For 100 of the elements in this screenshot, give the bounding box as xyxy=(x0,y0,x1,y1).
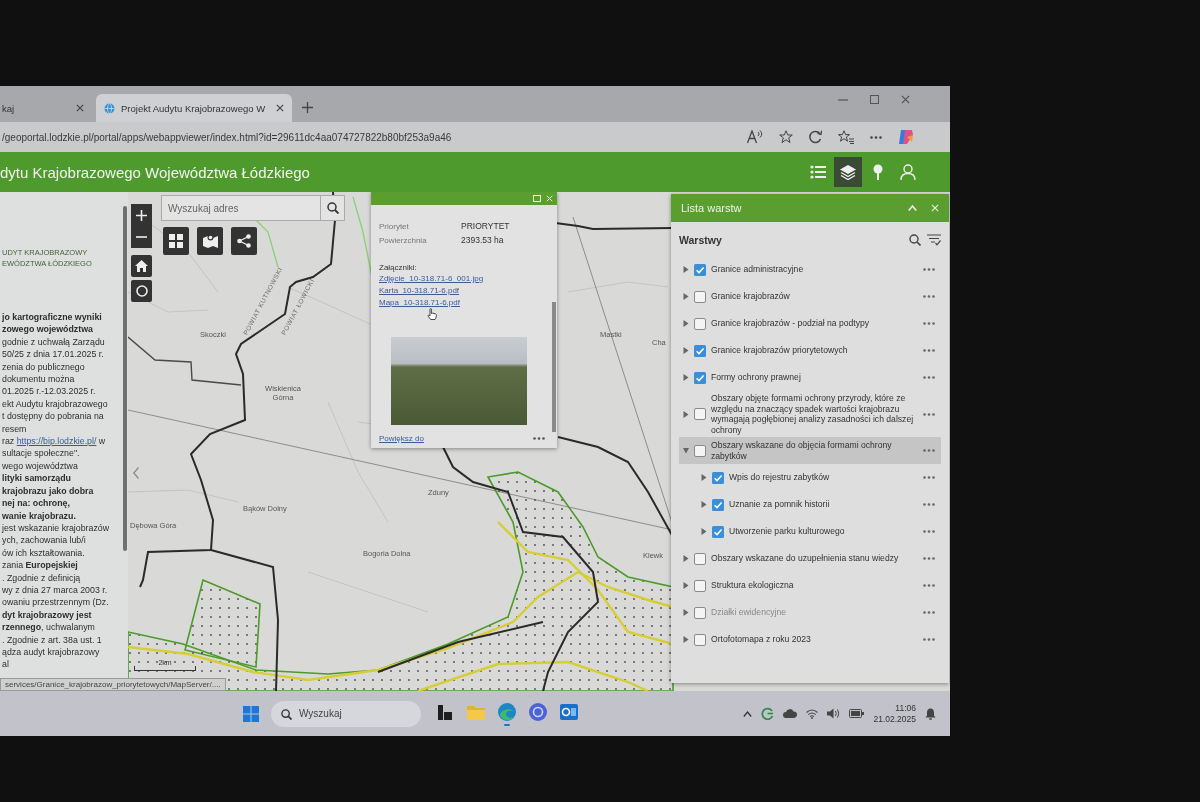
more-icon[interactable] xyxy=(923,638,935,641)
caret-icon[interactable] xyxy=(683,636,689,643)
attachment-link[interactable]: Karta_10-318.71-6.pdf xyxy=(379,286,460,295)
favorites-icon[interactable] xyxy=(838,130,854,144)
layer-row[interactable]: Granice krajobrazów xyxy=(679,283,941,310)
scrollbar-thumb[interactable] xyxy=(123,206,127,551)
more-icon[interactable] xyxy=(923,449,935,452)
zoom-out-button[interactable] xyxy=(131,226,152,248)
read-aloud-icon[interactable] xyxy=(747,130,763,144)
caret-icon[interactable] xyxy=(683,347,689,354)
layer-row[interactable]: Ortofotomapa z roku 2023 xyxy=(679,626,941,653)
close-icon[interactable] xyxy=(76,104,84,112)
clock-time[interactable]: 11:06 xyxy=(895,702,916,714)
close-icon[interactable] xyxy=(901,95,910,104)
bell-icon[interactable] xyxy=(925,707,936,720)
grid-button[interactable] xyxy=(163,227,189,255)
layer-row[interactable]: Obszary wskazane do uzupełnienia stanu wiedzy xyxy=(679,545,941,572)
more-icon[interactable] xyxy=(870,135,882,139)
caret-icon[interactable] xyxy=(701,501,707,508)
search-icon[interactable] xyxy=(909,234,921,246)
browser-icon[interactable] xyxy=(497,701,517,726)
attachment-link[interactable]: Mapa_10-318.71-6.pdf xyxy=(379,298,460,307)
filter-icon[interactable] xyxy=(927,234,941,246)
more-icon[interactable] xyxy=(923,268,935,271)
caret-icon[interactable] xyxy=(683,555,689,562)
checkbox[interactable] xyxy=(694,344,706,357)
zoom-in-button[interactable] xyxy=(131,204,152,226)
more-icon[interactable] xyxy=(923,322,935,325)
star-icon[interactable] xyxy=(779,130,793,144)
more-icon[interactable] xyxy=(923,349,935,352)
browser-tab[interactable]: kaj xyxy=(0,94,92,122)
layer-row[interactable]: Uznanie za pomnik historii xyxy=(679,491,941,518)
layer-row[interactable]: Granice krajobrazów priorytetowych xyxy=(679,337,941,364)
checkbox[interactable] xyxy=(694,633,706,646)
more-icon[interactable] xyxy=(923,530,935,533)
search-button[interactable] xyxy=(321,195,345,221)
more-icon[interactable] xyxy=(923,376,935,379)
more-icon[interactable] xyxy=(923,503,935,506)
chevron-left-icon[interactable] xyxy=(133,467,139,479)
checkbox[interactable] xyxy=(712,471,724,484)
caret-icon[interactable] xyxy=(683,266,689,273)
checkbox[interactable] xyxy=(694,579,706,592)
layer-row[interactable]: Formy ochrony prawnej xyxy=(679,364,941,391)
layer-row[interactable]: Obszary wskazane do objęcia formami ochrony zabytków xyxy=(679,437,941,464)
search-field[interactable]: Wyszukaj xyxy=(271,700,421,727)
battery-icon[interactable] xyxy=(849,709,865,718)
map-button[interactable] xyxy=(197,227,223,255)
more-icon[interactable] xyxy=(923,476,935,479)
checkbox[interactable] xyxy=(694,317,706,330)
layer-row[interactable]: Utworzenie parku kulturowego xyxy=(679,518,941,545)
caret-icon[interactable] xyxy=(701,474,707,481)
speaker-icon[interactable] xyxy=(827,708,841,719)
layer-row[interactable]: Granice krajobrazów - podział na podtypy xyxy=(679,310,941,337)
caret-icon[interactable] xyxy=(683,447,689,454)
layers-button[interactable] xyxy=(834,157,862,187)
locate-button[interactable] xyxy=(131,280,152,302)
search-field[interactable]: Wyszukaj adres xyxy=(161,195,321,221)
close-icon[interactable] xyxy=(276,104,284,112)
more-icon[interactable] xyxy=(923,584,935,587)
caret-icon[interactable] xyxy=(701,528,707,535)
home-button[interactable] xyxy=(131,255,152,277)
checkbox[interactable] xyxy=(694,408,706,420)
layers-icon xyxy=(840,164,856,180)
more-icon[interactable] xyxy=(923,295,935,298)
attachment-link[interactable]: Zdjęcie_10-318.71-6_001.jpg xyxy=(379,274,484,283)
layer-row[interactable]: Struktura ekologiczna xyxy=(679,572,941,599)
caret-icon[interactable] xyxy=(683,374,689,381)
checkbox[interactable] xyxy=(694,552,706,565)
checkbox[interactable] xyxy=(712,498,724,511)
multicolor-logo-icon[interactable] xyxy=(898,129,914,145)
circular-arrow-icon[interactable] xyxy=(809,130,822,144)
caret-icon[interactable] xyxy=(683,410,689,418)
wifi-icon[interactable] xyxy=(806,708,819,719)
share-button[interactable] xyxy=(231,227,257,255)
checkbox[interactable] xyxy=(694,290,706,303)
checkbox[interactable] xyxy=(694,444,706,457)
more-icon[interactable] xyxy=(923,412,935,416)
address-field[interactable]: /geoportal.lodzkie.pl/portal/apps/webappviewer/index.html?id=29611dc4aa074727822b80bf253a9a46 xyxy=(2,131,452,143)
layer-row[interactable]: Obszary objęte formami ochrony przyrody, które ze względu na znaczący spadek wartości krajobrazu wymagają pogłębionej analizy zasadności ich dalszej ochrony xyxy=(679,391,941,437)
cloud-icon[interactable] xyxy=(783,709,798,718)
link[interactable]: https://bip.lodzkie.pl/ xyxy=(16,436,97,447)
plus-icon[interactable] xyxy=(302,101,313,113)
clock-date[interactable]: 21.02.2025 xyxy=(873,713,916,725)
zoom-to-link[interactable]: Powiększ do xyxy=(379,434,424,443)
start-icon[interactable] xyxy=(243,705,259,722)
round-logo-icon[interactable] xyxy=(761,707,775,720)
caret-icon[interactable] xyxy=(683,582,689,589)
maximize-icon[interactable] xyxy=(870,95,879,104)
layer-row[interactable]: Granice administracyjne xyxy=(679,256,941,283)
more-icon[interactable] xyxy=(923,557,935,560)
layer-row[interactable]: Wpis do rejestru zabytków xyxy=(679,464,941,491)
checkbox[interactable] xyxy=(694,263,706,276)
caret-icon[interactable] xyxy=(683,293,689,300)
more-icon[interactable] xyxy=(533,437,545,440)
caret-icon[interactable] xyxy=(683,320,689,327)
browser-tab[interactable]: Projekt Audytu Krajobrazowego W xyxy=(96,94,292,122)
checkbox[interactable] xyxy=(712,525,724,538)
checkbox[interactable] xyxy=(694,371,706,384)
scrollbar-thumb[interactable] xyxy=(552,302,556,432)
chevron-up-icon[interactable] xyxy=(743,710,753,717)
